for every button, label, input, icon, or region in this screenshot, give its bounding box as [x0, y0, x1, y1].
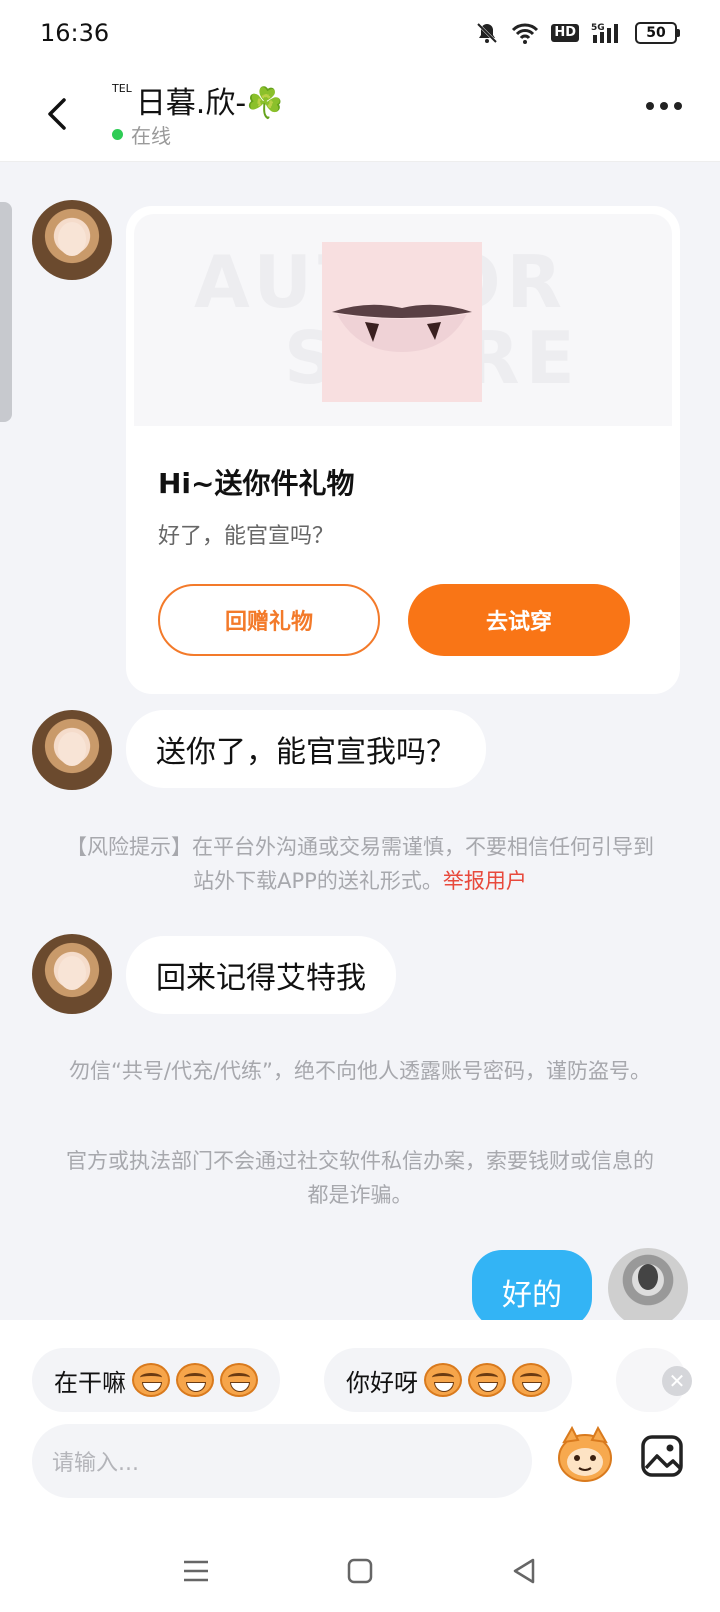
grin-emoji-icon	[176, 1363, 214, 1397]
avatar[interactable]	[32, 200, 112, 280]
svg-text:5G: 5G	[591, 23, 605, 33]
hd-badge: HD	[551, 24, 579, 42]
quick-reply-chip[interactable]: 你好呀	[324, 1348, 572, 1412]
chat-area[interactable]: AUTHOR STORE Hi~送你件礼物 好了，能官宣吗？ 回赠礼物 去试穿 …	[0, 162, 720, 1320]
scrollbar[interactable]	[0, 202, 12, 422]
contact-name-text: 日暮.欣-☘️	[135, 86, 284, 121]
status-bar: 16:36 HD 5G 50	[0, 0, 720, 66]
gift-preview[interactable]: AUTHOR STORE	[134, 214, 672, 426]
message-input[interactable]: 请输入...	[32, 1424, 532, 1498]
online-text: 在线	[131, 124, 171, 148]
chat-header: TEL 日暮.欣-☘️ 在线	[0, 66, 720, 162]
menu-nav-icon[interactable]	[174, 1549, 218, 1593]
mute-bell-icon	[475, 21, 499, 45]
gift-card[interactable]: AUTHOR STORE Hi~送你件礼物 好了，能官宣吗？ 回赠礼物 去试穿	[126, 206, 680, 694]
grin-emoji-icon	[468, 1363, 506, 1397]
online-dot-icon	[112, 129, 123, 140]
back-nav-icon[interactable]	[502, 1549, 546, 1593]
contact-name[interactable]: TEL 日暮.欣-☘️	[112, 78, 284, 122]
back-arrow-icon	[48, 98, 66, 130]
emoji-sticker-icon[interactable]	[556, 1424, 614, 1484]
grin-emoji-icon	[132, 1363, 170, 1397]
grin-emoji-icon	[220, 1363, 258, 1397]
battery-icon: 50	[635, 22, 680, 44]
grin-emoji-icon	[512, 1363, 550, 1397]
signal-icon: 5G	[591, 21, 623, 45]
more-button[interactable]	[646, 102, 682, 110]
back-button[interactable]	[36, 90, 76, 138]
status-icons: HD 5G 50	[475, 21, 680, 45]
home-nav-icon[interactable]	[338, 1549, 382, 1593]
risk-notice: 【风险提示】在平台外沟通或交易需谨慎，不要相信任何引导到站外下载APP的送礼形式…	[66, 835, 654, 893]
gift-image	[322, 242, 482, 402]
wifi-icon	[511, 21, 539, 45]
tel-label: TEL	[112, 82, 132, 95]
message-bubble[interactable]: 回来记得艾特我	[126, 936, 396, 1014]
close-icon[interactable]: ✕	[662, 1366, 692, 1396]
self-message-bubble[interactable]: 好的	[472, 1250, 592, 1320]
battery-level: 50	[635, 22, 677, 44]
online-status: 在线	[112, 120, 171, 149]
try-on-button[interactable]: 去试穿	[408, 584, 630, 656]
return-gift-button[interactable]: 回赠礼物	[158, 584, 380, 656]
grin-emoji-icon	[424, 1363, 462, 1397]
quick-reply-chip[interactable]: 在干嘛	[32, 1348, 280, 1412]
fangs-lips-icon	[332, 304, 472, 352]
status-time: 16:36	[40, 19, 110, 47]
quick-reply-bar[interactable]: 在干嘛 你好呀 ✕	[0, 1330, 720, 1412]
official-notice: 官方或执法部门不会通过社交软件私信办案，索要钱财或信息的都是诈骗。	[66, 1149, 654, 1207]
more-icon	[646, 102, 654, 110]
report-user-link[interactable]: 举报用户	[443, 869, 527, 893]
avatar[interactable]	[32, 710, 112, 790]
account-notice: 勿信“共号/代充/代练”，绝不向他人透露账号密码，谨防盗号。	[69, 1059, 651, 1083]
avatar[interactable]	[32, 934, 112, 1014]
message-bubble[interactable]: 送你了，能官宣我吗？	[126, 710, 486, 788]
gift-title: Hi~送你件礼物	[158, 467, 355, 500]
self-avatar[interactable]	[608, 1248, 688, 1320]
image-icon[interactable]	[640, 1434, 684, 1478]
gift-subtitle: 好了，能官宣吗？	[158, 524, 335, 549]
system-nav-bar	[0, 1530, 720, 1612]
